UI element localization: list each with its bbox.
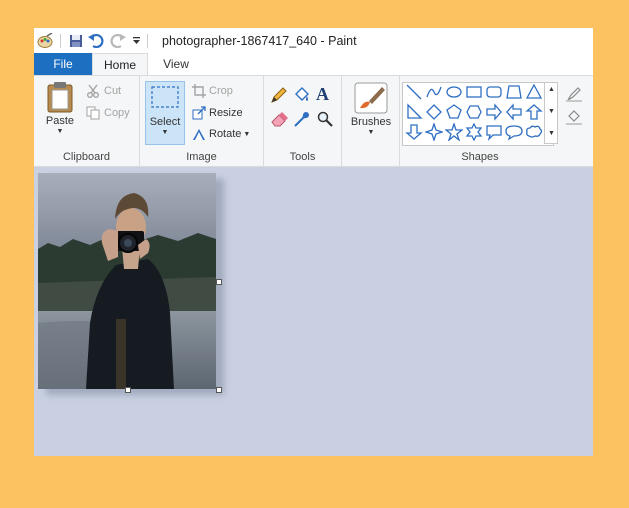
line-shape-icon[interactable] bbox=[405, 83, 423, 101]
hexagon-shape-icon[interactable] bbox=[465, 103, 483, 121]
shapes-scroll-down-arrow[interactable]: ▼ bbox=[548, 108, 555, 115]
right-arrow-shape-icon[interactable] bbox=[485, 103, 503, 121]
photographer-image bbox=[38, 173, 216, 389]
paste-icon bbox=[47, 82, 73, 113]
tab-file[interactable]: File bbox=[34, 53, 92, 75]
paste-button[interactable]: Paste ▼ bbox=[42, 81, 78, 145]
clipboard-group-label: Clipboard bbox=[62, 151, 111, 163]
crop-icon bbox=[192, 84, 206, 98]
image-group: Select ▼ Crop Resize Rotate ▼ Image bbox=[140, 76, 264, 167]
paste-dropdown-arrow: ▼ bbox=[56, 128, 64, 135]
paint-window: photographer-1867417_640 - Paint File Ho… bbox=[34, 28, 593, 456]
oval-shape-icon[interactable] bbox=[445, 83, 463, 101]
six-point-star-shape-icon[interactable] bbox=[465, 123, 483, 141]
shapes-group-label: Shapes bbox=[461, 151, 499, 163]
select-label: Select bbox=[149, 116, 181, 128]
pentagon-shape-icon[interactable] bbox=[445, 103, 463, 121]
brush-icon bbox=[354, 82, 388, 114]
curve-shape-icon[interactable] bbox=[425, 83, 443, 101]
qa-separator bbox=[60, 33, 61, 48]
polygon-shape-icon[interactable] bbox=[505, 83, 523, 101]
resize-handle-right[interactable] bbox=[216, 279, 222, 285]
quick-access-toolbar bbox=[34, 32, 154, 50]
oval-callout-shape-icon[interactable] bbox=[505, 123, 523, 141]
left-arrow-shape-icon[interactable] bbox=[505, 103, 523, 121]
crop-label: Crop bbox=[209, 85, 233, 97]
copy-button[interactable]: Copy bbox=[86, 106, 130, 120]
resize-handle-corner[interactable] bbox=[216, 387, 222, 393]
shapes-group: ▲ ▼ ▼ Shapes bbox=[400, 76, 593, 167]
image-group-label: Image bbox=[186, 151, 217, 163]
up-arrow-shape-icon[interactable] bbox=[525, 103, 543, 121]
cloud-callout-shape-icon[interactable] bbox=[525, 123, 543, 141]
copy-label: Copy bbox=[104, 107, 130, 119]
fill-icon[interactable] bbox=[566, 109, 582, 130]
pencil-icon[interactable] bbox=[270, 86, 288, 109]
shapes-scroll-column: ▲ ▼ ▼ bbox=[544, 82, 558, 144]
color-picker-icon[interactable] bbox=[293, 110, 311, 133]
resize-label: Resize bbox=[209, 107, 243, 119]
ribbon-tabs: File Home View bbox=[34, 53, 593, 75]
cut-label: Cut bbox=[104, 85, 122, 97]
diamond-shape-icon[interactable] bbox=[425, 103, 443, 121]
rotate-button[interactable]: Rotate ▼ bbox=[192, 127, 250, 141]
triangle-shape-icon[interactable] bbox=[525, 83, 543, 101]
select-dropdown-arrow: ▼ bbox=[161, 129, 169, 136]
shapes-scroll-up-arrow[interactable]: ▲ bbox=[548, 86, 555, 93]
brushes-group: Brushes ▼ bbox=[342, 76, 400, 167]
rotate-icon bbox=[193, 129, 205, 140]
resize-icon bbox=[192, 106, 206, 120]
brushes-dropdown-arrow: ▼ bbox=[367, 129, 375, 136]
tools-group: A Tools bbox=[264, 76, 342, 167]
eraser-icon[interactable] bbox=[270, 110, 288, 133]
magnifier-icon[interactable] bbox=[316, 110, 334, 133]
text-tool-icon[interactable]: A bbox=[316, 84, 329, 105]
shapes-gallery-more-arrow[interactable]: ▼ bbox=[548, 130, 555, 137]
tab-view[interactable]: View bbox=[148, 53, 204, 75]
shapes-grid bbox=[405, 83, 545, 143]
tab-home[interactable]: Home bbox=[92, 53, 148, 75]
paste-label: Paste bbox=[45, 115, 75, 127]
five-point-star-shape-icon[interactable] bbox=[445, 123, 463, 141]
copy-icon bbox=[86, 106, 100, 120]
outline-icon[interactable] bbox=[566, 86, 582, 107]
rounded-rectangle-shape-icon[interactable] bbox=[485, 83, 503, 101]
rotate-dropdown-arrow: ▼ bbox=[243, 130, 251, 138]
customize-qa-icon[interactable] bbox=[129, 32, 143, 50]
tools-group-label: Tools bbox=[289, 151, 316, 163]
rectangle-shape-icon[interactable] bbox=[465, 83, 483, 101]
clipboard-group: Paste ▼ Cut Copy Clipboard bbox=[34, 76, 140, 167]
title-bar: photographer-1867417_640 - Paint bbox=[34, 28, 593, 53]
ribbon: Paste ▼ Cut Copy Clipboard Select ▼ Crop… bbox=[34, 75, 593, 167]
photo-canvas[interactable] bbox=[38, 173, 216, 389]
paint-app-icon[interactable] bbox=[36, 32, 54, 50]
crop-button[interactable]: Crop bbox=[192, 84, 233, 98]
redo-icon[interactable] bbox=[107, 32, 129, 50]
canvas-area[interactable] bbox=[34, 167, 593, 456]
undo-icon[interactable] bbox=[85, 32, 107, 50]
rotate-label: Rotate bbox=[209, 128, 242, 140]
right-triangle-shape-icon[interactable] bbox=[405, 103, 423, 121]
four-point-star-shape-icon[interactable] bbox=[425, 123, 443, 141]
cut-button[interactable]: Cut bbox=[86, 84, 121, 98]
select-button[interactable]: Select ▼ bbox=[145, 81, 185, 145]
down-arrow-shape-icon[interactable] bbox=[405, 123, 423, 141]
resize-button[interactable]: Resize bbox=[192, 106, 243, 120]
select-icon bbox=[151, 86, 179, 108]
rect-callout-shape-icon[interactable] bbox=[485, 123, 503, 141]
qa-separator-2 bbox=[147, 33, 148, 48]
save-icon[interactable] bbox=[67, 32, 85, 50]
window-title: photographer-1867417_640 - Paint bbox=[162, 33, 357, 48]
fill-bucket-icon[interactable] bbox=[293, 86, 311, 109]
brushes-button[interactable]: Brushes ▼ bbox=[348, 82, 394, 146]
brushes-label: Brushes bbox=[350, 116, 392, 128]
scissors-icon bbox=[87, 84, 99, 98]
resize-handle-bottom[interactable] bbox=[125, 387, 131, 393]
